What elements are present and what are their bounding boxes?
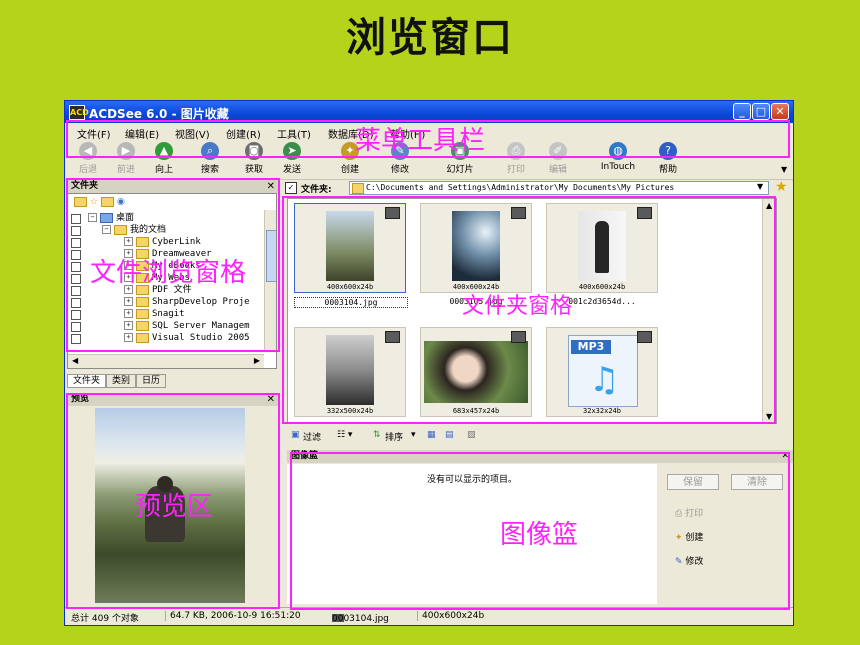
tab-folders[interactable]: 文件夹 (67, 374, 107, 388)
folder-icon (352, 183, 364, 194)
basket-annotation: 图像篮 (500, 520, 579, 550)
close-button[interactable]: ✕ (771, 103, 789, 120)
status-total: 总计 409 个对象 (71, 614, 139, 624)
acdsee-app-icon: ACD (69, 105, 89, 120)
preview-annotation: 预览区 (135, 492, 214, 522)
folders-tabs: 文件夹 类别 日历 (67, 374, 167, 388)
help-label: 帮助 (658, 165, 677, 175)
create-label: 创建 (340, 165, 359, 175)
toolbar-overflow-icon[interactable]: ▼ (781, 165, 787, 174)
path-dropdown-icon[interactable]: ▼ (757, 182, 763, 191)
editor-label: 编辑 (548, 165, 567, 175)
scroll-right-icon[interactable]: ▶ (254, 356, 260, 365)
tab-categories[interactable]: 类别 (106, 374, 137, 388)
path-checkbox[interactable]: ✓ (285, 182, 297, 194)
path-label: 文件夹: (301, 185, 332, 195)
path-text: C:\Documents and Settings\Administrator\… (366, 183, 675, 192)
favorite-star-icon[interactable]: ★ (775, 179, 788, 195)
properties-icon[interactable]: ▧ (467, 430, 476, 440)
window-icon[interactable]: ▤ (445, 430, 454, 440)
intouch-label: InTouch (600, 162, 636, 172)
print-label: 打印 (506, 165, 525, 175)
status-dims: 400x600x24b (417, 611, 484, 621)
slideshow-label: 幻灯片 (446, 165, 474, 175)
filter-icon: ▣ (291, 430, 300, 440)
path-input[interactable]: C:\Documents and Settings\Administrator\… (349, 181, 769, 195)
slide-title: 浏览窗口 (346, 14, 514, 61)
sort-dropdown-icon[interactable]: ▾ (411, 430, 416, 440)
folder-window-annotation: 文件夹窗格 (462, 294, 573, 319)
filter-bar: ▣ 过滤 ☷ ▾ ⇅ 排序 ▾ ▦ ▤ ▧ (287, 426, 793, 444)
menu-toolbar-annotation: 菜单工具栏 (355, 126, 486, 156)
sort-icon: ⇅ (373, 430, 381, 440)
path-bar: ✓ 文件夹: C:\Documents and Settings\Adminis… (285, 179, 793, 197)
status-size: 64.7 KB, 2006-10-9 16:51:20 (165, 611, 301, 621)
send-label: 发送 (282, 165, 301, 175)
tree-horizontal-scrollbar[interactable]: ◀ ▶ (68, 354, 264, 368)
search-label: 搜索 (200, 165, 219, 175)
up-label: 向上 (154, 165, 173, 175)
minimize-button[interactable]: _ (733, 103, 751, 120)
maximize-button[interactable]: □ (752, 103, 770, 120)
status-file-name: 0003104.jpg (332, 614, 389, 624)
filter-button[interactable]: 过滤 (303, 430, 321, 443)
modify-label: 修改 (390, 165, 409, 175)
select-all-icon[interactable]: ▦ (427, 430, 436, 440)
view-mode-icon[interactable]: ☷ ▾ (337, 430, 352, 440)
scroll-left-icon[interactable]: ◀ (72, 356, 78, 365)
sort-button[interactable]: 排序 (385, 430, 403, 443)
tab-calendar[interactable]: 日历 (136, 374, 167, 388)
folder-browser-annotation: 文件浏览窗格 (90, 258, 247, 288)
